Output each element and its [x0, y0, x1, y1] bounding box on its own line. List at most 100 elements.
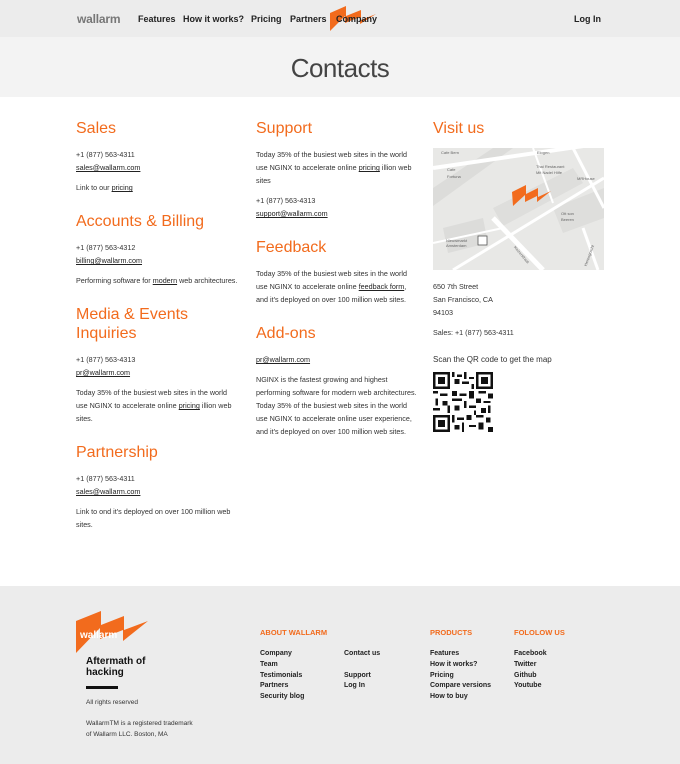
qr-caption: Scan the QR code to get the map: [433, 355, 552, 364]
support-email-link[interactable]: support@wallarm.com: [256, 209, 328, 218]
map-label-beeren: Beeren: [561, 217, 574, 222]
footer-link-team[interactable]: Team: [260, 660, 304, 671]
nav-features[interactable]: Features: [138, 14, 176, 24]
addons-heading: Add-ons: [256, 325, 316, 342]
partnership-heading: Partnership: [76, 444, 158, 461]
sales-heading: Sales: [76, 120, 117, 137]
qr-code-icon[interactable]: [433, 372, 493, 432]
footer-link-testimonials[interactable]: Testimonials: [260, 671, 304, 682]
partnership-phone: +1 (877) 563-4311: [76, 474, 135, 483]
footer-about-links-2: Contact us Support Log In: [344, 649, 380, 692]
login-link[interactable]: Log In: [574, 14, 601, 24]
media-pricing-link[interactable]: pricing: [179, 401, 200, 410]
footer-about-heading: ABOUT WALLARM: [260, 628, 328, 637]
top-navigation-bar: wallarm Features How it works? Pricing P…: [0, 0, 680, 37]
contacts-column-left: Sales +1 (877) 563-4311 sales@wallarm.co…: [76, 119, 246, 549]
map-label-mrhouse: MRHouse: [577, 176, 595, 181]
map-label-cafe-bern: Cafe Bern: [441, 150, 460, 155]
addons-email-link[interactable]: pr@wallarm.com: [256, 355, 310, 364]
footer-link-facebook[interactable]: Facebook: [514, 649, 547, 660]
footer-link-twitter[interactable]: Twitter: [514, 660, 547, 671]
footer-link-how-it-works[interactable]: How it works?: [430, 660, 491, 671]
footer-link-contact-us[interactable]: Contact us: [344, 649, 380, 660]
footer-follow-heading: FOLOLOW US: [514, 628, 565, 637]
accounts-heading: Accounts & Billing: [76, 213, 205, 230]
addons-section: Add-ons pr@wallarm.com NGINX is the fast…: [256, 324, 426, 438]
footer-tagline: Aftermath of hacking: [86, 656, 146, 678]
footer-about-links-1: Company Team Testimonials Partners Secur…: [260, 649, 304, 703]
sales-pricing-link[interactable]: pricing: [112, 183, 133, 192]
footer-link-partners[interactable]: Partners: [260, 681, 304, 692]
sales-email-link[interactable]: sales@wallarm.com: [76, 163, 140, 172]
sales-section: Sales +1 (877) 563-4311 sales@wallarm.co…: [76, 119, 246, 194]
support-section: Support Today 35% of the busiest web sit…: [256, 119, 426, 220]
addons-text: NGINX is the fastest growing and highest…: [256, 375, 417, 436]
media-section: Media & Events Inquiries +1 (877) 563-431…: [76, 305, 246, 425]
footer-rights: All rights reserved: [86, 699, 139, 706]
footer-products-heading: PRODUCTS: [430, 628, 473, 637]
visit-us-column: Visit us Cafe Bern Thai Restaurant Mit N…: [433, 119, 605, 437]
address-line-1: 650 7th Street: [433, 282, 479, 291]
address-line-2: San Francisco, CA: [433, 295, 493, 304]
nav-partners[interactable]: Partners: [290, 14, 327, 24]
media-heading: Media & Events Inquiries: [76, 306, 189, 342]
footer-link-compare-versions[interactable]: Compare versions: [430, 681, 491, 692]
support-phone: +1 (877) 563-4313: [256, 196, 316, 205]
feedback-section: Feedback Today 35% of the busiest web si…: [256, 238, 426, 306]
visit-sales: Sales: +1 (877) 563-4311: [433, 328, 514, 337]
accounts-phone: +1 (877) 563-4312: [76, 243, 136, 252]
contacts-column-middle: Support Today 35% of the busiest web sit…: [256, 119, 426, 456]
footer-logo-text: wallarm: [80, 630, 118, 641]
footer-link-support[interactable]: Support: [344, 671, 380, 682]
map-label-fortuna: Fortuna: [447, 174, 461, 179]
page-title: Contacts: [290, 53, 390, 83]
accounts-text: Performing software for: [76, 276, 151, 285]
accounts-section: Accounts & Billing +1 (877) 563-4312 bil…: [76, 212, 246, 287]
footer-link-security-blog[interactable]: Security blog: [260, 692, 304, 703]
footer-link-company[interactable]: Company: [260, 649, 304, 660]
accounts-modern-link[interactable]: modern: [153, 276, 177, 285]
footer-link-pricing[interactable]: Pricing: [430, 671, 491, 682]
footer-divider: [86, 686, 118, 689]
address-line-3: 94103: [433, 308, 453, 317]
sales-link-prefix: Link to our: [76, 183, 110, 192]
media-email-link[interactable]: pr@wallarm.com: [76, 368, 130, 377]
wallarm-logo[interactable]: wallarm: [77, 12, 120, 26]
footer-link-blank: [344, 660, 380, 671]
map-label-mit-nadel-hilfe: Mit Nadel Hilfe: [536, 170, 563, 175]
partnership-text: Link to ond it's deployed on over 100 mi…: [76, 507, 231, 529]
accounts-email-link[interactable]: billing@wallarm.com: [76, 256, 142, 265]
footer-link-youtube[interactable]: Youtube: [514, 681, 547, 692]
map-label-cafe: Cafe: [447, 167, 456, 172]
map-label-ott-son: Ott son: [561, 211, 574, 216]
media-phone: +1 (877) 563-4313: [76, 355, 136, 364]
footer-link-features[interactable]: Features: [430, 649, 491, 660]
support-heading: Support: [256, 120, 313, 137]
footer-link-login[interactable]: Log In: [344, 681, 380, 692]
map-label-elogen: Elogen: [537, 150, 550, 155]
nav-how-it-works[interactable]: How it works?: [183, 14, 244, 24]
map-label-amsterdam: Amsterdam: [446, 243, 467, 248]
footer: wallarm Aftermath of hacking All rights r…: [0, 586, 680, 764]
footer-follow-links: Facebook Twitter Github Youtube: [514, 649, 547, 692]
support-pricing-link[interactable]: pricing: [359, 163, 380, 172]
media-text: Today 35% of the busiest web sites in th…: [76, 388, 232, 423]
nav-pricing[interactable]: Pricing: [251, 14, 282, 24]
sales-phone: +1 (877) 563-4311: [76, 150, 135, 159]
partnership-section: Partnership +1 (877) 563-4311 sales@wall…: [76, 443, 246, 531]
support-text: Today 35% of the busiest web sites in th…: [256, 150, 412, 185]
feedback-heading: Feedback: [256, 239, 327, 256]
feedback-form-link[interactable]: feedback form: [359, 282, 405, 291]
map-label-thai-restaurant: Thai Restaurant: [536, 164, 565, 169]
nav-company[interactable]: Company: [336, 14, 377, 24]
footer-link-how-to-buy[interactable]: How to buy: [430, 692, 491, 703]
footer-trademark: WallarmTM is a registered trademark of Wa…: [86, 720, 193, 738]
partnership-email-link[interactable]: sales@wallarm.com: [76, 487, 140, 496]
footer-link-github[interactable]: Github: [514, 671, 547, 682]
visit-heading: Visit us: [433, 120, 485, 137]
page-header: Contacts: [0, 37, 680, 97]
accounts-text-after: web architectures.: [179, 276, 238, 285]
location-map[interactable]: Cafe Bern Thai Restaurant Mit Nadel Hilf…: [433, 148, 604, 270]
feedback-text: Today 35% of the busiest web sites in th…: [256, 269, 408, 304]
footer-products-links: Features How it works? Pricing Compare v…: [430, 649, 491, 703]
